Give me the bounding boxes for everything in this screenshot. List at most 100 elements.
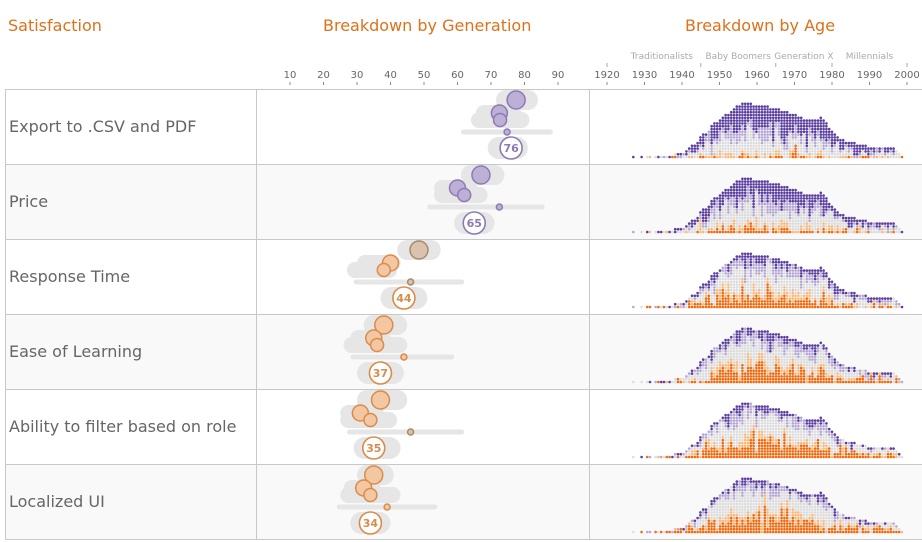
respondent-dot — [752, 291, 755, 295]
respondent-dot — [743, 347, 747, 350]
respondent-dot — [875, 230, 879, 234]
respondent-dot — [785, 335, 789, 339]
respondent-dot — [743, 410, 747, 414]
respondent-dot — [704, 225, 708, 228]
respondent-dot — [729, 297, 733, 300]
respondent-dot — [743, 452, 747, 456]
respondent-dot — [755, 113, 758, 117]
respondent-dot — [827, 352, 831, 356]
respondent-dot — [755, 341, 758, 345]
respondent-dot — [724, 499, 727, 503]
respondent-dot — [844, 216, 848, 220]
respondent-dot — [724, 430, 727, 434]
respondent-dot — [785, 274, 789, 278]
respondent-dot — [799, 280, 803, 284]
respondent-dot — [701, 519, 705, 523]
respondent-dot — [760, 147, 764, 150]
respondent-dot — [749, 416, 753, 420]
respondent-dot — [704, 144, 708, 148]
respondent-dot — [836, 213, 839, 217]
respondent-dot — [741, 266, 744, 270]
respondent-dot — [760, 330, 764, 333]
respondent-dot — [785, 213, 789, 217]
respondent-dot — [718, 355, 722, 359]
respondent-dot — [777, 150, 781, 153]
respondent-dot — [724, 263, 727, 267]
respondent-dot — [760, 441, 764, 445]
respondent-dot — [867, 152, 870, 156]
respondent-dot — [825, 138, 828, 142]
respondent-dot — [847, 147, 851, 150]
respondent-dot — [713, 525, 716, 528]
respondent-dot — [632, 380, 635, 384]
respondent-dot — [780, 430, 783, 434]
respondent-dot — [791, 225, 795, 228]
respondent-dot — [721, 297, 725, 300]
respondent-dot — [732, 280, 736, 284]
respondent-dot — [769, 277, 772, 281]
respondent-dot — [699, 444, 702, 448]
respondent-dot — [850, 450, 853, 453]
respondent-dot — [721, 430, 725, 434]
respondent-dot — [788, 416, 792, 420]
respondent-dot — [729, 335, 733, 339]
respondent-dot — [816, 349, 820, 353]
respondent-dot — [724, 191, 727, 195]
respondent-dot — [707, 505, 711, 509]
respondent-dot — [707, 305, 711, 309]
respondent-dot — [836, 216, 839, 220]
respondent-dot — [881, 452, 884, 456]
respondent-dot — [819, 208, 823, 211]
respondent-dot — [729, 338, 733, 342]
respondent-dot — [701, 213, 705, 217]
respondent-dot — [785, 211, 789, 214]
respondent-dot — [699, 436, 702, 439]
respondent-dot — [701, 305, 705, 309]
respondent-dot — [766, 138, 769, 142]
respondent-dot — [805, 225, 809, 228]
respondent-dot — [718, 138, 722, 142]
respondent-dot — [813, 202, 817, 206]
respondent-dot — [799, 358, 803, 361]
respondent-dot — [760, 138, 764, 142]
respondent-dot — [813, 430, 817, 434]
respondent-dot — [741, 369, 744, 373]
respondent-dot — [738, 305, 741, 309]
respondent-dot — [861, 305, 865, 309]
respondent-dot — [861, 225, 865, 228]
respondent-dot — [701, 377, 705, 381]
respondent-dot — [900, 380, 904, 384]
respondent-dot — [788, 219, 792, 223]
respondent-dot — [743, 219, 747, 223]
respondent-dot — [844, 150, 848, 153]
respondent-dot — [819, 230, 823, 234]
respondent-dot — [777, 216, 781, 220]
respondent-dot — [735, 455, 739, 459]
respondent-dot — [769, 211, 772, 214]
respondent-dot — [825, 424, 828, 428]
respondent-dot — [802, 302, 806, 306]
respondent-dot — [710, 199, 713, 203]
respondent-dot — [774, 419, 778, 422]
respondent-dot — [648, 155, 652, 159]
respondent-dot — [847, 441, 851, 445]
respondent-dot — [808, 358, 811, 361]
respondent-dot — [777, 410, 781, 414]
respondent-dot — [715, 230, 719, 234]
respondent-dot — [805, 450, 809, 453]
respondent-dot — [771, 291, 775, 295]
generation-axis-tick-label: 40 — [384, 70, 397, 81]
respondent-dot — [864, 225, 867, 228]
respondent-dot — [721, 369, 725, 373]
respondent-dot — [819, 136, 823, 139]
respondent-dot — [847, 305, 851, 309]
respondent-dot — [690, 147, 694, 150]
respondent-dot — [729, 416, 733, 420]
respondent-dot — [721, 122, 725, 125]
respondent-dot — [721, 525, 725, 528]
respondent-dot — [757, 185, 761, 189]
respondent-dot — [777, 380, 781, 384]
respondent-dot — [788, 141, 792, 145]
respondent-dot — [783, 116, 786, 120]
respondent-dot — [799, 205, 803, 209]
